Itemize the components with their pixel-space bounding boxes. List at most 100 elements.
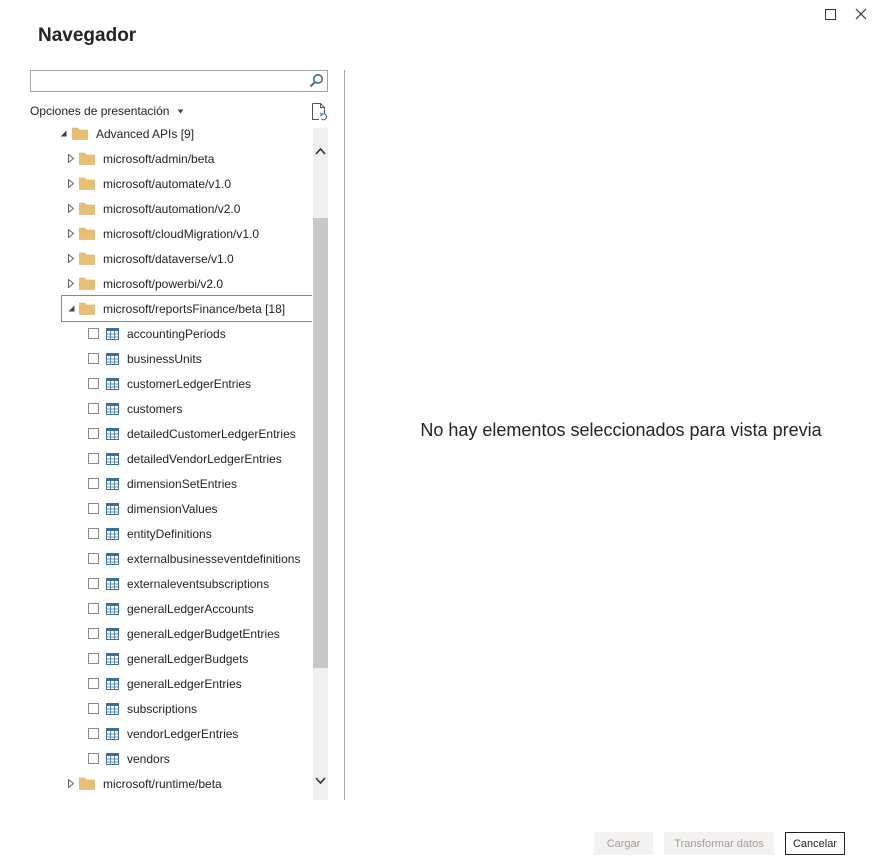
tree-item-label: microsoft/admin/beta [103, 151, 215, 166]
tree-item-label: microsoft/cloudMigration/v1.0 [103, 226, 260, 241]
tree-node-folder[interactable]: microsoft/powerbi/v2.0 [66, 271, 223, 296]
table-icon [106, 402, 119, 415]
tree-node-table[interactable]: generalLedgerEntries [88, 671, 242, 696]
tree-node-folder[interactable]: microsoft/cloudMigration/v1.0 [66, 221, 259, 246]
expand-arrow-icon[interactable] [66, 179, 76, 188]
table-checkbox[interactable] [88, 428, 99, 439]
table-icon [106, 602, 119, 615]
tree-node-table[interactable]: accountingPeriods [88, 321, 226, 346]
table-icon [106, 527, 119, 540]
table-icon [106, 727, 119, 740]
expand-arrow-icon[interactable] [66, 229, 76, 238]
tree-item-label: accountingPeriods [127, 326, 226, 341]
tree-item-label: externaleventsubscriptions [127, 576, 270, 591]
tree-item-label: detailedCustomerLedgerEntries [127, 426, 296, 441]
navigator-tree[interactable]: Advanced APIs [9] microsoft/admin/beta mic… [30, 121, 312, 800]
expand-arrow-icon[interactable] [66, 779, 76, 788]
tree-node-table[interactable]: detailedVendorLedgerEntries [88, 446, 282, 471]
table-checkbox[interactable] [88, 578, 99, 589]
tree-node-folder[interactable]: microsoft/automate/v1.0 [66, 171, 231, 196]
folder-icon [72, 127, 88, 140]
maximize-button[interactable] [820, 4, 840, 24]
tree-item-label: subscriptions [127, 701, 198, 716]
tree-node-table[interactable]: dimensionValues [88, 496, 218, 521]
close-button[interactable] [851, 4, 871, 24]
folder-icon [79, 277, 95, 290]
tree-node-table[interactable]: businessUnits [88, 346, 202, 371]
table-checkbox[interactable] [88, 453, 99, 464]
table-icon [106, 452, 119, 465]
tree-node-table[interactable]: customers [88, 396, 182, 421]
scrollbar-thumb[interactable] [313, 218, 328, 668]
tree-node-table[interactable]: externalbusinesseventdefinitions [88, 546, 300, 571]
transform-data-button[interactable]: Transformar datos [664, 832, 774, 855]
cancel-button[interactable]: Cancelar [785, 832, 845, 855]
tree-item-label: microsoft/powerbi/v2.0 [103, 276, 224, 291]
display-options-dropdown[interactable]: Opciones de presentación [30, 104, 184, 118]
table-icon [106, 327, 119, 340]
table-checkbox[interactable] [88, 753, 99, 764]
tree-item-label: vendors [127, 751, 170, 766]
collapse-arrow-icon[interactable] [66, 305, 76, 312]
tree-node-table[interactable]: customerLedgerEntries [88, 371, 251, 396]
expand-arrow-icon[interactable] [66, 154, 76, 163]
tree-item-label: microsoft/automate/v1.0 [103, 176, 232, 191]
collapse-arrow-icon[interactable] [58, 130, 68, 137]
tree-node-table[interactable]: dimensionSetEntries [88, 471, 237, 496]
display-options-label: Opciones de presentación [30, 104, 170, 118]
tree-item-label: customers [127, 401, 183, 416]
tree-node-table[interactable]: generalLedgerBudgets [88, 646, 248, 671]
scroll-down-arrow[interactable] [315, 772, 326, 790]
table-checkbox[interactable] [88, 603, 99, 614]
expand-arrow-icon[interactable] [66, 254, 76, 263]
table-checkbox[interactable] [88, 503, 99, 514]
tree-node-folder[interactable]: microsoft/automation/v2.0 [66, 196, 240, 221]
close-icon [855, 8, 867, 20]
refresh-button[interactable] [311, 102, 328, 126]
table-checkbox[interactable] [88, 678, 99, 689]
table-checkbox[interactable] [88, 478, 99, 489]
tree-node-table[interactable]: generalLedgerBudgetEntries [88, 621, 280, 646]
load-button[interactable]: Cargar [594, 832, 653, 855]
tree-scrollbar[interactable] [313, 128, 328, 800]
expand-arrow-icon[interactable] [66, 279, 76, 288]
tree-node-table[interactable]: entityDefinitions [88, 521, 212, 546]
tree-node-table[interactable]: generalLedgerAccounts [88, 596, 254, 621]
tree-node-folder[interactable]: microsoft/admin/beta [66, 146, 214, 171]
tree-node-folder[interactable]: microsoft/dataverse/v1.0 [66, 246, 234, 271]
table-checkbox[interactable] [88, 403, 99, 414]
table-checkbox[interactable] [88, 728, 99, 739]
table-icon [106, 577, 119, 590]
tree-item-label: generalLedgerEntries [127, 676, 242, 691]
table-checkbox[interactable] [88, 328, 99, 339]
table-checkbox[interactable] [88, 628, 99, 639]
search-icon[interactable] [309, 73, 324, 93]
table-checkbox[interactable] [88, 353, 99, 364]
table-icon [106, 752, 119, 765]
tree-node-folder[interactable]: microsoft/runtime/beta [66, 771, 222, 796]
search-box[interactable] [30, 70, 328, 92]
table-icon [106, 702, 119, 715]
tree-node-table[interactable]: vendors [88, 746, 170, 771]
table-checkbox[interactable] [88, 553, 99, 564]
table-checkbox[interactable] [88, 378, 99, 389]
tree-item-label: entityDefinitions [127, 526, 212, 541]
search-input[interactable] [35, 72, 309, 92]
tree-item-label: microsoft/dataverse/v1.0 [103, 251, 234, 266]
folder-icon [79, 252, 95, 265]
tree-node-table[interactable]: detailedCustomerLedgerEntries [88, 421, 296, 446]
expand-arrow-icon[interactable] [66, 204, 76, 213]
table-icon [106, 427, 119, 440]
tree-node-root[interactable]: Advanced APIs [9] [58, 121, 194, 146]
tree-node-folder-expanded[interactable]: microsoft/reportsFinance/beta [18] [61, 295, 312, 322]
tree-node-table[interactable]: subscriptions [88, 696, 197, 721]
tree-node-table[interactable]: vendorLedgerEntries [88, 721, 238, 746]
tree-item-label: Advanced APIs [9] [96, 126, 195, 141]
tree-node-table[interactable]: externaleventsubscriptions [88, 571, 269, 596]
table-checkbox[interactable] [88, 703, 99, 714]
table-checkbox[interactable] [88, 653, 99, 664]
folder-icon [79, 302, 95, 315]
folder-icon [79, 227, 95, 240]
table-checkbox[interactable] [88, 528, 99, 539]
scroll-up-arrow[interactable] [315, 142, 326, 160]
